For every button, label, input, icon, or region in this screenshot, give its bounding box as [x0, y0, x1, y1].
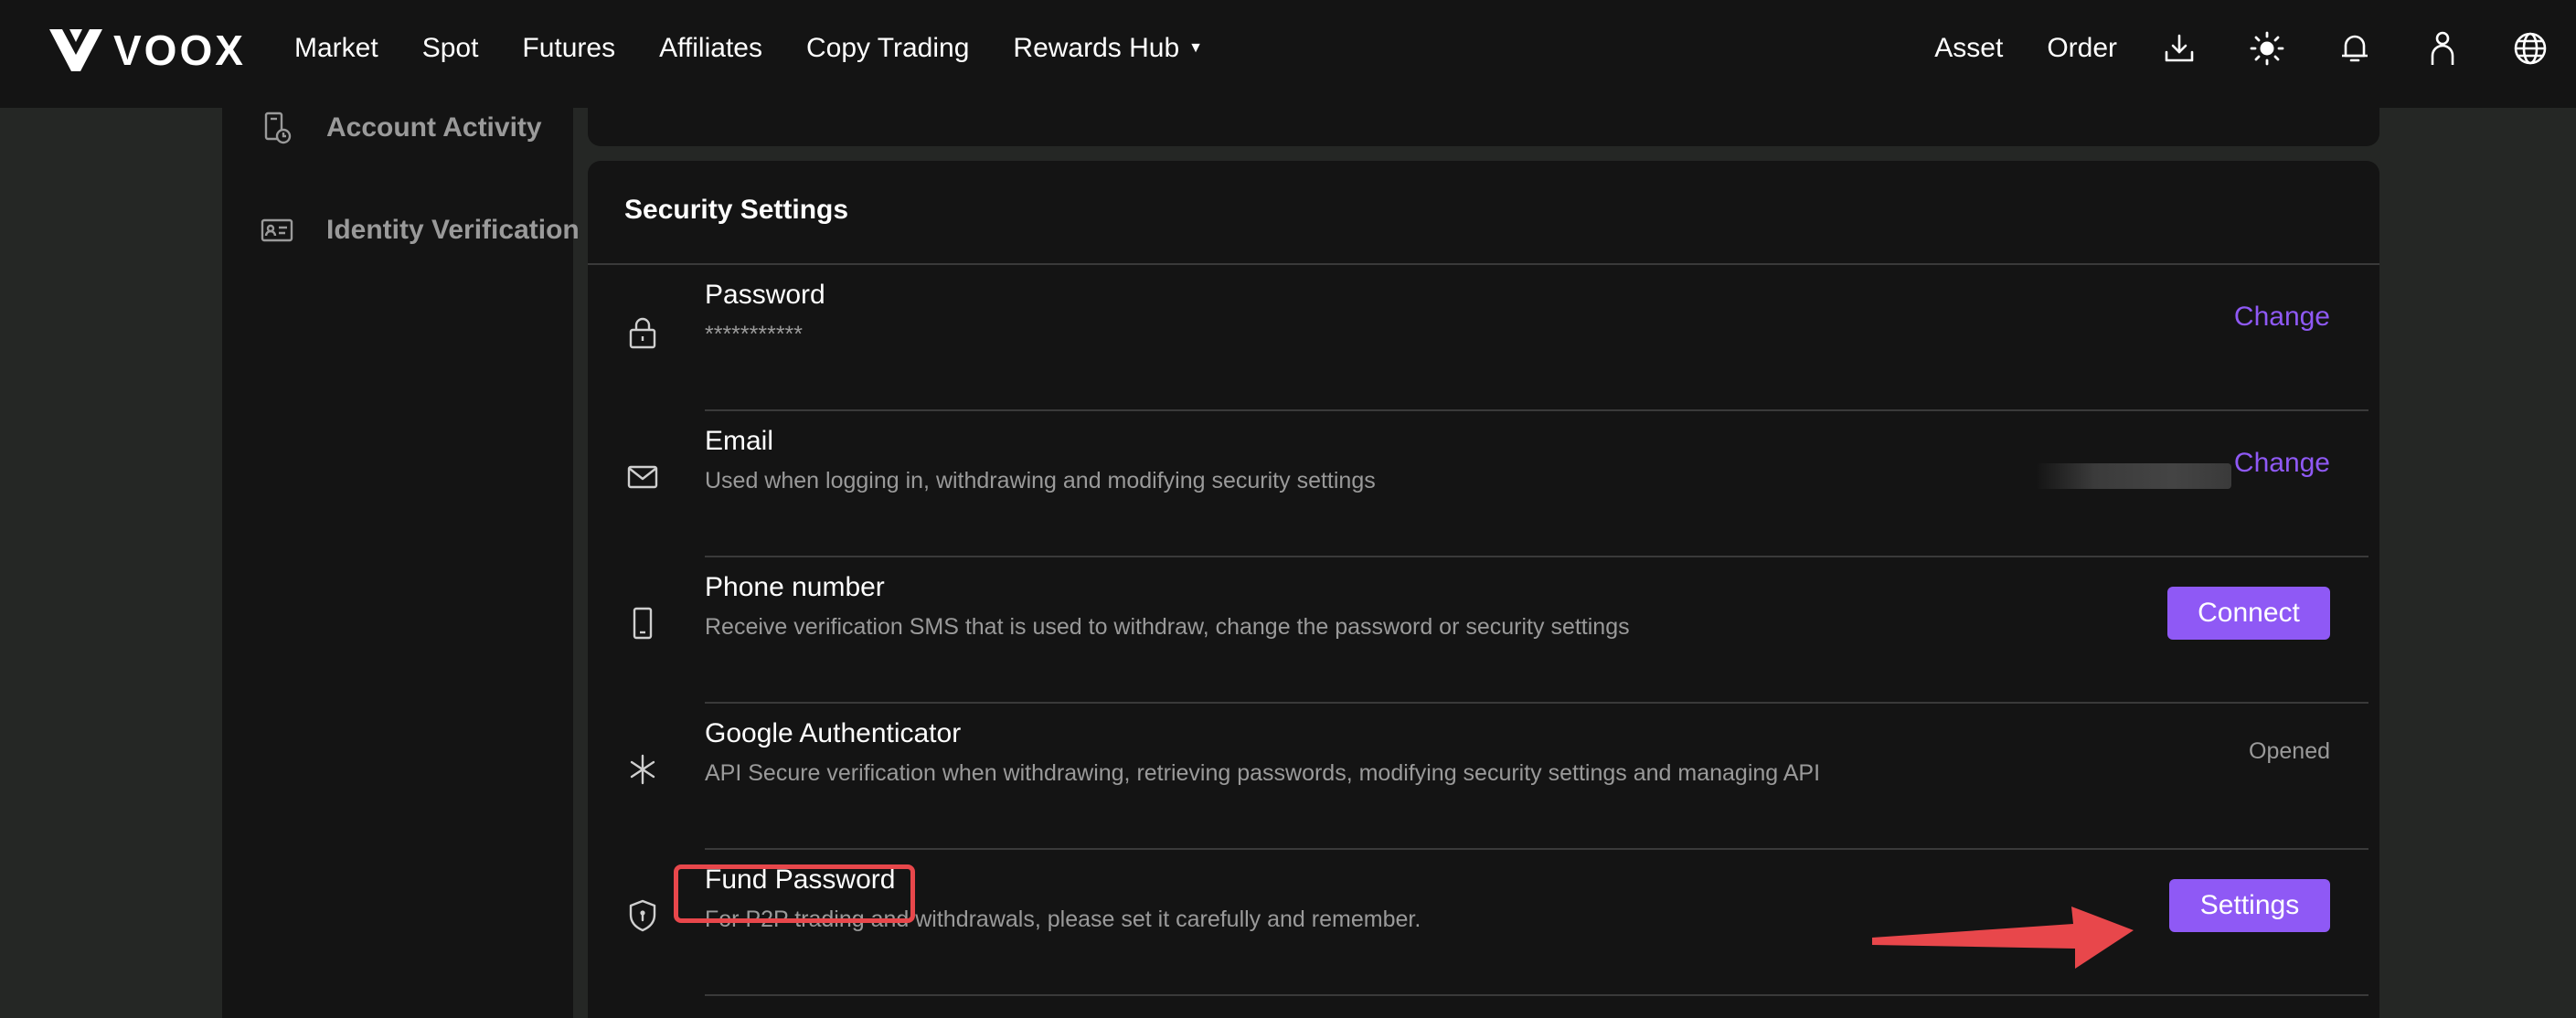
lock-icon — [624, 314, 661, 351]
bell-icon[interactable] — [2336, 30, 2373, 67]
caret-down-icon: ▼ — [1188, 40, 1203, 56]
page-title: Security Settings — [624, 195, 849, 225]
fund-password-highlight-box — [674, 864, 915, 923]
change-password-link[interactable]: Change — [2234, 302, 2330, 333]
voox-logo-mark-icon — [49, 29, 102, 71]
mail-icon — [624, 459, 661, 495]
brand-name: VOOX — [113, 27, 246, 74]
phone-icon — [624, 605, 661, 642]
download-icon[interactable] — [2161, 30, 2198, 67]
fund-password-settings-button[interactable]: Settings — [2169, 879, 2330, 932]
connect-phone-button[interactable]: Connect — [2167, 587, 2330, 640]
theme-sun-icon[interactable] — [2249, 30, 2285, 67]
nav-market[interactable]: Market — [294, 33, 378, 64]
account-sidebar: Account Activity Identity Verification — [222, 108, 580, 1018]
nav-order[interactable]: Order — [2047, 33, 2117, 64]
card-header: Security Settings — [588, 161, 2379, 265]
nav-rewards-hub[interactable]: Rewards Hub ▼ — [1013, 33, 1203, 64]
nav-spot[interactable]: Spot — [422, 33, 479, 64]
top-navigation-bar: VOOX Market Spot Futures Affiliates Copy… — [0, 0, 2576, 108]
account-activity-icon — [259, 110, 295, 146]
voox-logo[interactable]: VOOX — [48, 26, 246, 75]
divider — [705, 994, 2368, 996]
sidebar-item-account-activity[interactable]: Account Activity — [259, 110, 542, 146]
nav-right: Asset Order — [1934, 0, 2576, 97]
sidebar-item-identity-verification[interactable]: Identity Verification — [259, 212, 580, 249]
security-row-google-authenticator: Google Authenticator API Secure verifica… — [588, 704, 2379, 850]
nav-futures[interactable]: Futures — [522, 33, 615, 64]
nav-asset[interactable]: Asset — [1934, 33, 2003, 64]
security-row-phone: Phone number Receive verification SMS th… — [588, 557, 2379, 704]
row-title: Google Authenticator — [705, 718, 962, 748]
sidebar-item-label: Identity Verification — [326, 215, 580, 245]
nav-affiliates[interactable]: Affiliates — [659, 33, 762, 64]
security-row-password: Password *********** Change — [588, 265, 2379, 411]
previous-card-bottom — [588, 108, 2379, 146]
shield-icon — [624, 897, 661, 934]
change-email-link[interactable]: Change — [2234, 448, 2330, 479]
row-desc: API Secure verification when withdrawing… — [705, 760, 1821, 786]
row-desc: Receive verification SMS that is used to… — [705, 614, 1630, 640]
sidebar-item-label: Account Activity — [326, 112, 542, 143]
globe-icon[interactable] — [2512, 30, 2549, 67]
id-card-icon — [259, 212, 295, 249]
row-desc: Used when logging in, withdrawing and mo… — [705, 468, 1376, 493]
authenticator-asterisk-icon — [624, 751, 661, 788]
row-desc: *********** — [705, 322, 804, 347]
user-icon[interactable] — [2424, 30, 2461, 67]
pointer-arrow-icon — [1872, 907, 2134, 969]
masked-email — [2036, 463, 2231, 489]
row-title: Email — [705, 426, 774, 456]
nav-rewards-hub-label: Rewards Hub — [1013, 33, 1180, 63]
row-title: Password — [705, 280, 825, 310]
security-row-email: Email Used when logging in, withdrawing … — [588, 411, 2379, 557]
authenticator-status: Opened — [2249, 738, 2330, 764]
main-nav: Market Spot Futures Affiliates Copy Trad… — [294, 0, 1247, 97]
row-title: Phone number — [705, 572, 885, 602]
nav-copy-trading[interactable]: Copy Trading — [806, 33, 969, 64]
